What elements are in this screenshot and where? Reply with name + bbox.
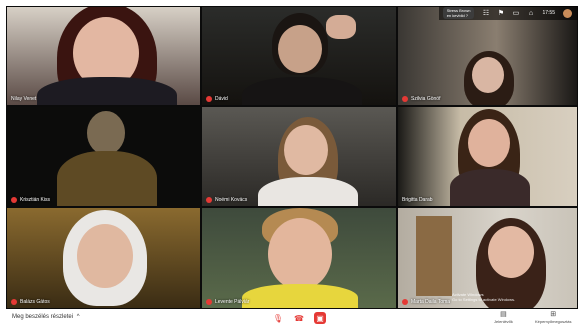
participant-face bbox=[488, 226, 534, 278]
participant-name-label: Noémi Kovács bbox=[206, 197, 247, 203]
mic-muted-icon bbox=[11, 299, 17, 305]
captions-icon: ▤ bbox=[500, 311, 507, 318]
participant-name-label: Nilay Venet bbox=[11, 96, 36, 102]
participant-name: Levente Pálviár bbox=[215, 299, 250, 305]
participant-name-label: Krisztián Kiss bbox=[11, 197, 50, 203]
participant-face bbox=[278, 25, 322, 73]
participant-tile-4[interactable]: Krisztián Kiss bbox=[6, 106, 201, 207]
top-bar: Stress Brown en kevbild ? ☷ ⚑ ▭ ⌂ 17:55 bbox=[438, 6, 578, 20]
people-icon[interactable]: ☷ bbox=[482, 10, 489, 17]
participant-face bbox=[268, 218, 332, 290]
microphone-button[interactable]: 🎙︎ bbox=[272, 312, 284, 324]
mic-muted-icon bbox=[206, 96, 212, 102]
participant-tile-6[interactable]: Brigitta Darab bbox=[397, 106, 578, 207]
participant-name: Dávid bbox=[215, 96, 228, 102]
clock-time: 17:55 bbox=[542, 10, 555, 16]
participant-name-label: Levente Pálviár bbox=[206, 299, 249, 305]
participant-tile-2[interactable]: Dávid bbox=[201, 6, 397, 106]
mic-muted-icon bbox=[206, 197, 212, 203]
phone-hangup-icon: ☎ bbox=[294, 313, 304, 323]
bookshelf bbox=[416, 216, 452, 296]
participant-name-label: Balázs Gátos bbox=[11, 299, 50, 305]
mic-muted-icon bbox=[402, 299, 408, 305]
participant-name-label: Dávid bbox=[206, 96, 228, 102]
participant-tile-7[interactable]: Balázs Gátos bbox=[6, 207, 201, 309]
mic-muted-icon bbox=[11, 197, 17, 203]
participant-name: Marta Daila Toma bbox=[411, 299, 451, 305]
meeting-details-button[interactable]: Meg beszélés részletei ^ bbox=[12, 314, 80, 320]
participants-button[interactable]: ▤ Jelenlévők bbox=[494, 311, 513, 324]
participant-name: Balázs Gátos bbox=[20, 299, 50, 305]
participant-name: Krisztián Kiss bbox=[20, 197, 51, 203]
participant-face bbox=[468, 119, 510, 167]
present-screen-icon: ⊞ bbox=[550, 311, 557, 318]
video-grid: Nilay Venet Dávid Szilvia Gönöf Krisztiá… bbox=[6, 6, 578, 309]
participant-name-label: Brigitta Darab bbox=[402, 197, 433, 203]
mic-muted-icon bbox=[402, 96, 408, 102]
end-call-button[interactable]: ☎ bbox=[293, 312, 305, 324]
participant-tile-8[interactable]: Levente Pálviár bbox=[201, 207, 397, 309]
activities-icon[interactable]: ⌂ bbox=[527, 10, 534, 17]
participant-tile-9[interactable]: Activate Windows Go to Settings to activ… bbox=[397, 207, 578, 309]
chevron-up-icon: ^ bbox=[76, 314, 80, 320]
participant-name: Noémi Kovács bbox=[215, 197, 248, 203]
participant-name-label: Marta Daila Toma bbox=[402, 299, 450, 305]
participant-face bbox=[77, 224, 133, 288]
participant-tile-1[interactable]: Nilay Venet bbox=[6, 6, 201, 106]
participant-name: Nilay Venet bbox=[11, 96, 37, 102]
flag-icon[interactable]: ⚑ bbox=[497, 10, 504, 17]
notification-pill[interactable]: Stress Brown en kevbild ? bbox=[442, 7, 475, 19]
mic-muted-icon bbox=[206, 299, 212, 305]
waving-hand bbox=[326, 15, 356, 39]
bottom-toolbar: Meg beszélés részletei ^ 🎙︎ ☎ ▣ ▤ Jelenl… bbox=[0, 309, 582, 327]
camera-off-icon: ▣ bbox=[316, 313, 324, 323]
participant-face bbox=[472, 57, 504, 93]
mic-off-icon: 🎙︎ bbox=[272, 313, 284, 323]
participant-name: Szilvia Gönöf bbox=[411, 96, 441, 102]
camera-button[interactable]: ▣ bbox=[314, 312, 326, 324]
activate-windows-overlay: Activate Windows Go to Settings to activ… bbox=[452, 292, 516, 302]
present-screen-button[interactable]: ⊞ Képernyőmegosztás bbox=[535, 311, 571, 324]
user-avatar[interactable] bbox=[563, 8, 572, 18]
participant-tile-3[interactable]: Szilvia Gönöf bbox=[397, 6, 578, 106]
participant-name-label: Szilvia Gönöf bbox=[402, 96, 440, 102]
participant-face bbox=[87, 111, 125, 155]
participant-tile-5[interactable]: Noémi Kovács bbox=[201, 106, 397, 207]
participant-face bbox=[284, 125, 328, 175]
chat-icon[interactable]: ▭ bbox=[512, 10, 520, 17]
participant-name: Brigitta Darab bbox=[402, 197, 433, 203]
